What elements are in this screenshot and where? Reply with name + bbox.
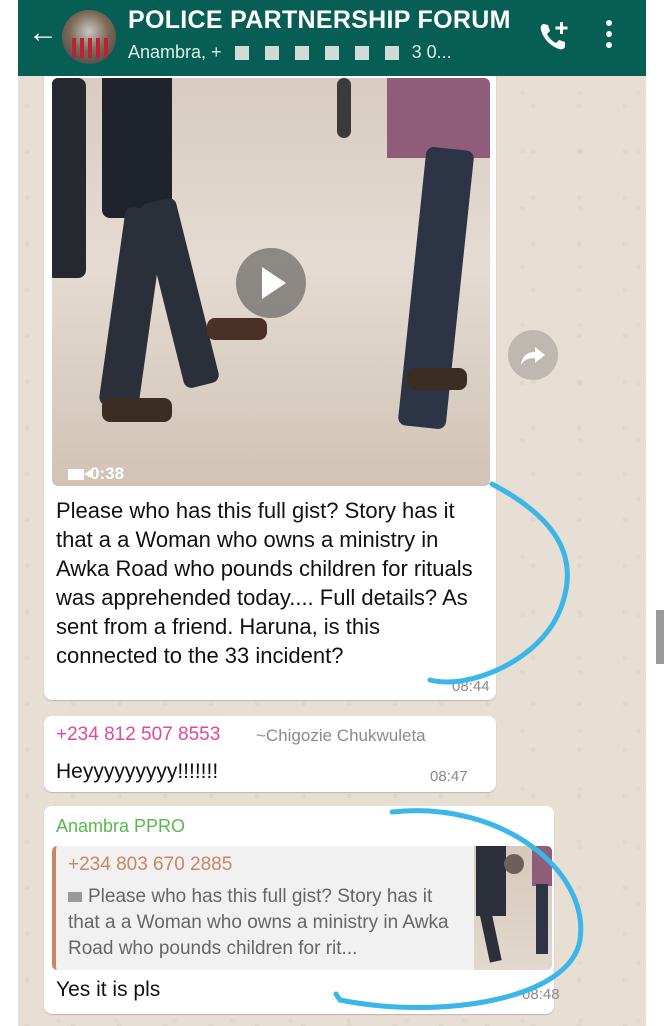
video-camera-icon	[68, 891, 82, 902]
video-message-bubble[interactable]: 0:38 Please who has this full gist? Stor…	[44, 60, 496, 700]
chat-header: ← POLICE PARTNERSHIP FORUM Anambra, + 3 …	[18, 0, 646, 76]
chat-screen: ← POLICE PARTNERSHIP FORUM Anambra, + 3 …	[18, 0, 646, 1026]
video-camera-icon	[68, 469, 91, 481]
group-avatar[interactable]	[62, 10, 116, 64]
quoted-text: Please who has this full gist? Story has…	[68, 886, 449, 959]
video-duration: 0:38	[68, 464, 124, 484]
redaction-block	[234, 46, 249, 61]
quoted-sender: +234 803 670 2885	[68, 854, 233, 875]
group-title[interactable]: POLICE PARTNERSHIP FORUM	[128, 6, 511, 35]
message-text: Yes it is pls	[56, 978, 161, 1001]
message-text: Heyyyyyyyyy!!!!!!!	[56, 760, 219, 783]
scrollbar[interactable]	[656, 610, 664, 664]
sender-phone[interactable]: +234 812 507 8553	[56, 724, 220, 746]
message-text: Please who has this full gist? Story has…	[56, 498, 473, 668]
sender-name[interactable]: Anambra PPRO	[56, 816, 185, 837]
redaction-block	[324, 46, 339, 61]
message-time: 08:48	[522, 986, 560, 1003]
video-thumbnail[interactable]: 0:38	[52, 78, 490, 486]
forward-icon[interactable]	[508, 330, 558, 380]
message-time: 08:44	[452, 678, 490, 695]
play-icon[interactable]	[236, 248, 306, 318]
quoted-message[interactable]: +234 803 670 2885 Please who has this fu…	[52, 846, 552, 970]
redaction-block	[354, 46, 369, 61]
sender-alias: ~Chigozie Chukwuleta	[256, 726, 426, 745]
reply-message-bubble[interactable]: Anambra PPRO +234 803 670 2885 Please wh…	[44, 806, 560, 1014]
redaction-block	[294, 46, 309, 61]
quoted-video-thumbnail	[474, 846, 552, 970]
more-vert-icon[interactable]	[604, 20, 614, 52]
text-message-bubble[interactable]: +234 812 507 8553 ~Chigozie Chukwuleta H…	[44, 716, 496, 792]
participants-start: Anambra, +	[128, 42, 222, 62]
redaction-block	[264, 46, 279, 61]
add-call-icon[interactable]	[536, 18, 572, 54]
participants-end: 3 0...	[411, 42, 452, 62]
group-participants[interactable]: Anambra, + 3 0...	[128, 42, 452, 63]
message-time: 08:47	[430, 768, 468, 785]
arrow-left-icon[interactable]: ←	[28, 18, 58, 48]
redaction-block	[384, 46, 399, 61]
